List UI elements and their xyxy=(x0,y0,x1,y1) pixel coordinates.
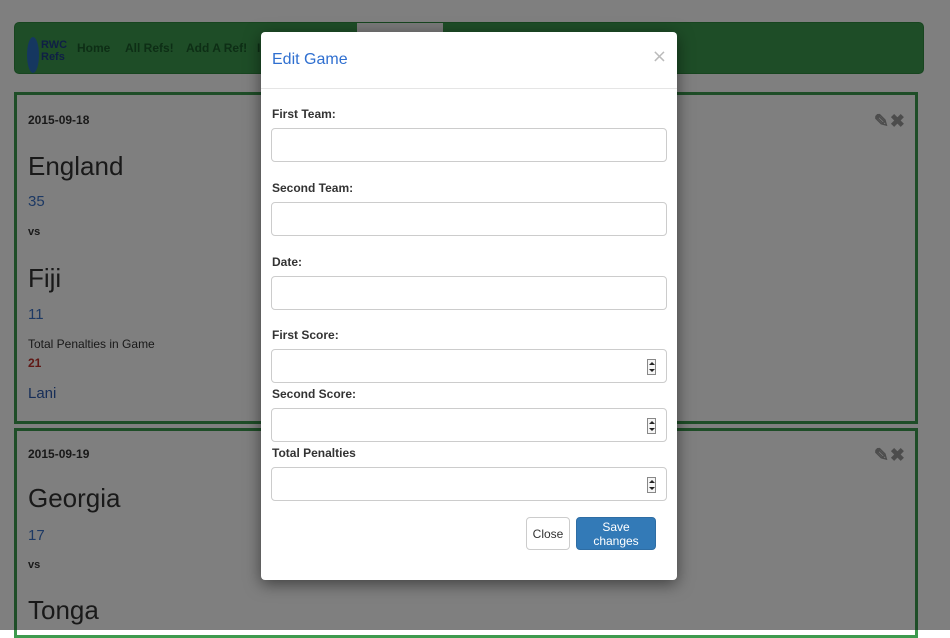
close-icon[interactable]: × xyxy=(652,46,667,67)
total-penalties-label: Total Penalties xyxy=(272,446,356,460)
first-score-label: First Score: xyxy=(272,328,339,342)
second-team-label: Second Team: xyxy=(272,181,354,195)
total-penalties-input[interactable] xyxy=(271,467,667,501)
edit-game-modal: Edit Game × First Team: Second Team: Dat… xyxy=(261,32,677,580)
number-spinner[interactable] xyxy=(647,418,656,434)
modal-header: Edit Game × xyxy=(261,32,677,89)
first-team-input[interactable] xyxy=(271,128,667,162)
date-input[interactable] xyxy=(271,276,667,310)
number-spinner[interactable] xyxy=(647,359,656,375)
close-button[interactable]: Close xyxy=(526,517,570,550)
first-score-input[interactable] xyxy=(271,349,667,383)
second-score-label: Second Score: xyxy=(272,387,357,401)
first-team-label: First Team: xyxy=(272,107,336,121)
number-spinner[interactable] xyxy=(647,477,656,493)
save-changes-button[interactable]: Save changes xyxy=(576,517,656,550)
second-score-input[interactable] xyxy=(271,408,667,442)
second-team-input[interactable] xyxy=(271,202,667,236)
modal-title: Edit Game xyxy=(272,51,348,68)
date-label: Date: xyxy=(272,255,303,269)
